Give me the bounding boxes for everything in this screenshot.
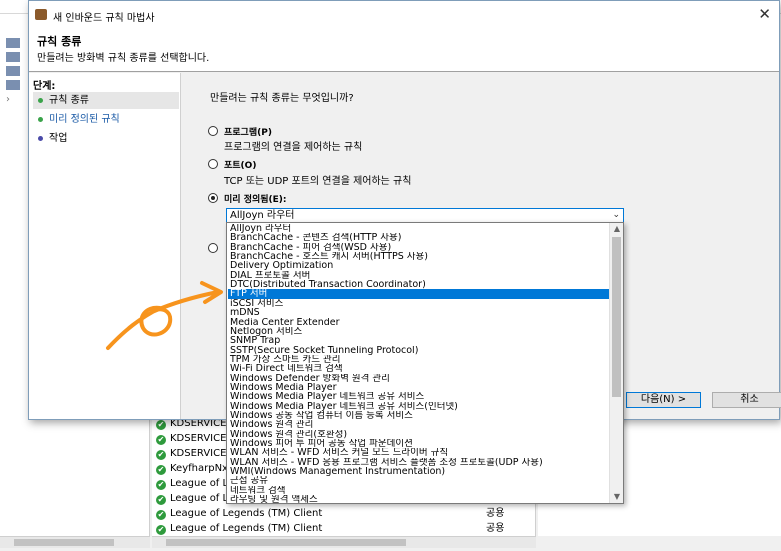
port-description: TCP 또는 UDP 포트의 연결을 제어하는 규칙: [224, 176, 412, 187]
dropdown-option[interactable]: Windows 원격 관리(호환성): [228, 430, 610, 439]
dropdown-option[interactable]: Windows Media Player: [228, 383, 610, 392]
dropdown-option[interactable]: TPM 가상 스마트 카드 관리: [228, 355, 610, 364]
enabled-check-icon: ✔: [156, 510, 166, 520]
rule-name: League of Legends (TM) Client: [170, 508, 323, 519]
close-icon[interactable]: ✕: [758, 5, 771, 23]
dropdown-option[interactable]: Windows Defender 방화벽 원격 관리: [228, 374, 610, 383]
step-action[interactable]: 작업: [33, 130, 179, 147]
dropdown-option[interactable]: Windows 공동 작업 컴퓨터 이름 등록 서비스: [228, 411, 610, 420]
step-bullet-icon: [38, 136, 43, 141]
enabled-check-icon: ✔: [156, 495, 166, 505]
dropdown-option[interactable]: WMI(Windows Management Instrumentation): [228, 467, 610, 476]
step-label: 규칙 종류: [49, 95, 89, 106]
custom-radio[interactable]: [208, 243, 218, 253]
combo-value: AllJoyn 라우터: [230, 210, 295, 221]
tree-node-icon[interactable]: [6, 52, 20, 62]
step-bullet-icon: [38, 117, 43, 122]
rule-name: League of Legends (TM) Client: [170, 523, 323, 534]
page-subtitle: 만들려는 방화벽 규칙 종류를 선택합니다.: [37, 53, 210, 64]
enabled-check-icon: ✔: [156, 420, 166, 430]
dropdown-option[interactable]: SSTP(Secure Socket Tunneling Protocol): [228, 346, 610, 355]
wizard-titlebar[interactable]: 새 인바운드 규칙 마법사 ✕: [29, 1, 779, 29]
steps-pane: 단계: 규칙 종류 미리 정의된 규칙 작업: [29, 73, 181, 419]
enabled-check-icon: ✔: [156, 435, 166, 445]
dropdown-option[interactable]: AllJoyn 라우터: [228, 224, 610, 233]
dropdown-option[interactable]: Media Center Extender: [228, 318, 610, 327]
tree-expand-icon[interactable]: ›: [6, 94, 10, 105]
dropdown-option[interactable]: Windows 피어 투 피어 공동 작업 파운데이션: [228, 439, 610, 448]
dropdown-option[interactable]: WLAN 서비스 - WFD 응용 프로그램 서비스 플랫폼 조정 프로토콜(U…: [228, 458, 610, 467]
dropdown-option[interactable]: 라우팅 및 원격 액세스: [228, 495, 610, 504]
firewall-icon: [35, 9, 47, 20]
tree-node-icon[interactable]: [6, 80, 20, 90]
scroll-up-icon[interactable]: ▲: [610, 223, 624, 235]
dropdown-option[interactable]: FTP 서버: [228, 289, 610, 299]
tree-node-icon[interactable]: [6, 38, 20, 48]
wizard-header: 규칙 종류 만들려는 방화벽 규칙 종류를 선택합니다.: [29, 29, 779, 72]
cancel-button[interactable]: 취소: [712, 392, 781, 408]
rule-profile: 공용: [486, 508, 505, 519]
next-button[interactable]: 다음(N) >: [626, 392, 701, 408]
window-title: 새 인바운드 규칙 마법사: [53, 13, 155, 24]
steps-title: 단계:: [33, 81, 56, 92]
step-predefined-rules[interactable]: 미리 정의된 규칙: [33, 111, 179, 128]
tree-node-icon[interactable]: [6, 66, 20, 76]
program-description: 프로그램의 연결을 제어하는 규칙: [224, 142, 363, 153]
dropdown-option[interactable]: Windows Media Player 네트워크 공유 서비스(인터넷): [228, 402, 610, 411]
dropdown-option[interactable]: Delivery Optimization: [228, 261, 610, 270]
rule-list-row[interactable]: ✔ League of Legends (TM) Client 공용: [156, 521, 536, 536]
dropdown-option[interactable]: Windows Media Player 네트워크 공유 서비스: [228, 392, 610, 401]
scroll-down-icon[interactable]: ▼: [610, 491, 624, 503]
dropdown-option[interactable]: WLAN 서비스 - WFD 서비스 커널 모드 드라이버 규칙: [228, 448, 610, 457]
dropdown-option[interactable]: 근접 공유: [228, 476, 610, 485]
enabled-check-icon: ✔: [156, 465, 166, 475]
predefined-label[interactable]: 미리 정의됨(E):: [224, 192, 287, 205]
dropdown-option[interactable]: BranchCache - 콘텐츠 검색(HTTP 사용): [228, 233, 610, 242]
port-label[interactable]: 포트(O): [224, 158, 256, 171]
port-radio[interactable]: [208, 159, 218, 169]
program-radio[interactable]: [208, 126, 218, 136]
chevron-down-icon[interactable]: ⌄: [612, 209, 620, 222]
step-label: 미리 정의된 규칙: [49, 114, 120, 125]
rule-profile: 공용: [486, 523, 505, 534]
step-bullet-icon: [38, 98, 43, 103]
page-title: 규칙 종류: [37, 35, 82, 48]
program-label[interactable]: 프로그램(P): [224, 125, 272, 138]
dropdown-option[interactable]: DTC(Distributed Transaction Coordinator): [228, 280, 610, 289]
dropdown-option[interactable]: iSCSI 서비스: [228, 299, 610, 308]
enabled-check-icon: ✔: [156, 450, 166, 460]
enabled-check-icon: ✔: [156, 525, 166, 535]
list-hscrollbar[interactable]: [152, 536, 536, 548]
dropdown-option[interactable]: Netlogon 서비스: [228, 327, 610, 336]
dropdown-option[interactable]: BranchCache - 호스트 캐시 서버(HTTPS 사용): [228, 252, 610, 261]
dropdown-option[interactable]: mDNS: [228, 308, 610, 317]
step-rule-type[interactable]: 규칙 종류: [33, 92, 179, 109]
predefined-rule-dropdown-list[interactable]: AllJoyn 라우터 BranchCache - 콘텐츠 검색(HTTP 사용)…: [226, 222, 624, 505]
question-text: 만들려는 규칙 종류는 무엇입니까?: [210, 93, 354, 104]
dropdown-option[interactable]: Wi-Fi Direct 네트워크 검색: [228, 364, 610, 373]
scrollbar-thumb[interactable]: [612, 237, 621, 397]
predefined-radio[interactable]: [208, 193, 218, 203]
dropdown-option[interactable]: Windows 원격 관리: [228, 420, 610, 429]
dropdown-option[interactable]: BranchCache - 피어 검색(WSD 사용): [228, 243, 610, 252]
tree-hscrollbar[interactable]: [0, 536, 150, 548]
step-label: 작업: [49, 133, 68, 144]
predefined-rule-combobox[interactable]: AllJoyn 라우터 ⌄: [226, 208, 624, 223]
dropdown-option[interactable]: 네트워크 검색: [228, 486, 610, 495]
dropdown-option[interactable]: SNMP Trap: [228, 336, 610, 345]
enabled-check-icon: ✔: [156, 480, 166, 490]
rule-list-row[interactable]: ✔ League of Legends (TM) Client 공용: [156, 506, 536, 521]
dropdown-option[interactable]: DIAL 프로토콜 서버: [228, 271, 610, 280]
dropdown-scrollbar[interactable]: ▲ ▼: [609, 223, 623, 503]
